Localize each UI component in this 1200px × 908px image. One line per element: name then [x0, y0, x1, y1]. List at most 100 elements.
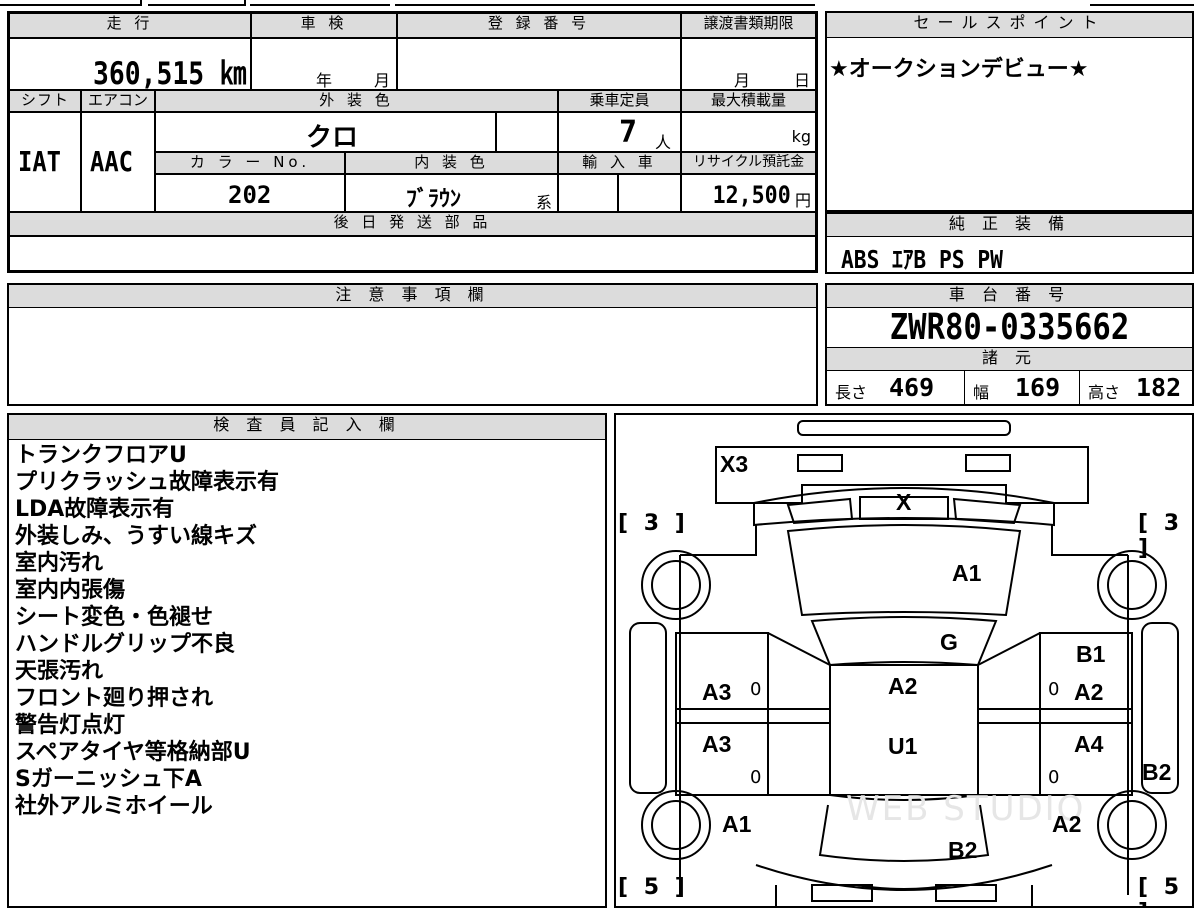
recycle-header: リサイクル預託金 — [681, 152, 816, 174]
note-line: フロント廻り押され — [15, 686, 214, 711]
transfer-day-unit: 日 — [794, 71, 811, 90]
height-label: 高さ — [1088, 383, 1121, 402]
note-line: 警告灯点灯 — [15, 713, 126, 738]
note-line: Sガーニッシュ下A — [15, 767, 202, 792]
mileage-cell: 360,515 ㎞ — [9, 38, 251, 92]
zero-marker: 0 — [750, 767, 762, 788]
interior-color-header: 内 装 色 — [345, 152, 558, 174]
mileage-header: 走 行 — [9, 13, 251, 38]
capacity-value: 7 — [619, 115, 638, 150]
chassis-box: 車 台 番 号 ZWR80-0335662 諸 元 長さ 469 幅 169 高… — [825, 283, 1194, 406]
note-line: 天張汚れ — [15, 659, 104, 684]
color-no-cell: 202 — [155, 174, 345, 212]
top-edge-residue — [0, 0, 1200, 6]
later-parts-header: 後 日 発 送 部 品 — [9, 212, 816, 236]
capacity-cell: 7 人 — [558, 112, 681, 152]
shift-header: シフト — [9, 90, 81, 112]
exterior-color-value: クロ — [306, 123, 359, 153]
caution-header: 注 意 事 項 欄 — [9, 285, 816, 308]
aircon-cell: AAC — [81, 112, 155, 212]
max-load-header: 最大積載量 — [681, 90, 816, 112]
inspector-header: 検 査 員 記 入 欄 — [9, 415, 605, 440]
label-hood-top: A2 — [888, 673, 918, 699]
tire-rear-right: [ 3 ] — [1138, 511, 1184, 561]
car-diagram-box: WEB STUDIO X3 X A1 G A2 U1 B2 A3 A3 A1 B… — [614, 413, 1194, 908]
sales-point-text: ★オークションデビュー★ — [829, 57, 1089, 82]
dimensions-row: 長さ 469 幅 169 高さ 182 — [827, 371, 1192, 404]
tire-front-right: [ 5 ] — [1138, 875, 1184, 906]
label-left-rear-door: A3 — [702, 679, 732, 705]
label-rear-bumper: X3 — [720, 451, 749, 477]
height-value: 182 — [1136, 373, 1182, 402]
exterior-color-cell: クロ — [155, 112, 496, 153]
registration-header: 登 録 番 号 — [397, 13, 681, 38]
spec-box: 走 行 車 検 登 録 番 号 譲渡書類期限 360,515 ㎞ 年 月 月 日… — [7, 11, 818, 273]
sales-point-header: セールスポイント — [827, 13, 1192, 38]
import-cell-left — [558, 174, 618, 212]
shift-value: IAT — [18, 145, 61, 178]
later-parts-cell — [9, 236, 816, 271]
inspection-year-unit: 年 — [316, 71, 333, 90]
max-load-cell: kg — [681, 112, 816, 152]
max-load-unit: kg — [791, 127, 811, 146]
color-no-header: カ ラ ー No. — [155, 152, 345, 174]
equipment-text: ABS ｴｱB PS PW — [841, 245, 1003, 274]
sales-point-box: セールスポイント ★オークションデビュー★ — [825, 11, 1194, 212]
zero-marker: 0 — [1048, 767, 1060, 788]
note-line: ハンドルグリップ不良 — [15, 632, 236, 657]
label-rear-glass: X — [896, 489, 912, 515]
label-front-glass: G — [940, 629, 958, 655]
interior-suffix: 系 — [536, 193, 553, 212]
width-value: 169 — [1015, 373, 1061, 402]
shift-cell: IAT — [9, 112, 81, 212]
label-right-rear-door: A2 — [1074, 679, 1104, 705]
label-right-rear-panel: B1 — [1076, 641, 1106, 667]
capacity-header: 乗車定員 — [558, 90, 681, 112]
equipment-box: 純 正 装 備 ABS ｴｱB PS PW — [825, 212, 1194, 274]
label-left-front-door: A3 — [702, 731, 732, 757]
label-right-front-door: A4 — [1074, 731, 1104, 757]
note-line: プリクラッシュ故障表示有 — [15, 470, 280, 495]
capacity-unit: 人 — [655, 133, 672, 152]
label-hood-bottom: U1 — [888, 733, 918, 759]
width-label: 幅 — [973, 383, 990, 402]
exterior-color-header: 外 装 色 — [155, 90, 558, 112]
transfer-month-unit: 月 — [734, 71, 751, 90]
watermark: WEB STUDIO — [846, 789, 1086, 829]
inspector-notes: トランクフロアU プリクラッシュ故障表示有 LDA故障表示有 外装しみ、うすい線… — [15, 442, 279, 820]
note-line: LDA故障表示有 — [15, 497, 175, 522]
equipment-header: 純 正 装 備 — [827, 214, 1192, 237]
note-line: 社外アルミホイール — [15, 794, 213, 819]
tire-front-left: [ 5 ] — [618, 875, 689, 900]
zero-marker: 0 — [750, 679, 762, 700]
length-value: 469 — [889, 373, 935, 402]
transfer-cell: 月 日 — [681, 38, 816, 90]
recycle-unit: 円 — [794, 191, 811, 210]
aircon-value: AAC — [90, 145, 133, 178]
recycle-value: 12,500 — [712, 181, 791, 209]
chassis-header: 車 台 番 号 — [827, 285, 1192, 308]
chassis-number: ZWR80-0335662 — [889, 307, 1130, 348]
length-label: 長さ — [835, 383, 868, 402]
caution-box: 注 意 事 項 欄 — [7, 283, 818, 406]
inspection-cell: 年 月 — [251, 38, 397, 90]
exterior-color-extra-cell — [496, 112, 558, 152]
label-right-sill: B2 — [1142, 759, 1172, 785]
aircon-header: エアコン — [81, 90, 155, 112]
color-no-value: 202 — [228, 181, 272, 209]
label-roof: A1 — [952, 560, 982, 586]
note-line: 室内内張傷 — [15, 578, 126, 603]
dimensions-header: 諸 元 — [827, 347, 1192, 371]
note-line: スペアタイヤ等格納部U — [15, 740, 251, 765]
interior-color-cell: ﾌﾞﾗｳﾝ 系 — [345, 174, 558, 212]
registration-cell — [397, 38, 681, 90]
note-line: シート変色・色褪せ — [15, 605, 214, 630]
import-header: 輸 入 車 — [558, 152, 681, 174]
note-line: 室内汚れ — [15, 551, 104, 576]
recycle-cell: 12,500 円 — [681, 174, 816, 212]
label-right-front-fender: A2 — [1052, 811, 1082, 837]
transfer-header: 譲渡書類期限 — [681, 13, 816, 38]
label-front-bumper: B2 — [948, 837, 978, 863]
inspector-box: 検 査 員 記 入 欄 トランクフロアU プリクラッシュ故障表示有 LDA故障表… — [7, 413, 607, 908]
mileage-value: 360,515 ㎞ — [92, 56, 246, 92]
